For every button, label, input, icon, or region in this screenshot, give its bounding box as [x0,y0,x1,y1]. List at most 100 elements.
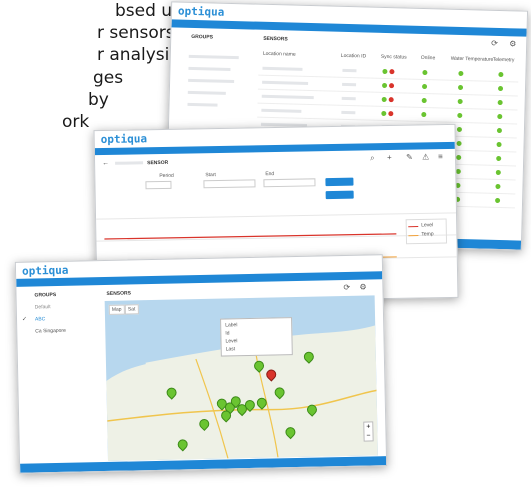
temperature-status-icon [456,126,463,133]
group-item[interactable] [187,102,218,107]
period-input[interactable] [145,180,172,190]
alert-icon [389,83,395,89]
popup-line: Last [225,346,236,353]
refresh-icon[interactable]: ⟳ [343,283,350,292]
doc-line: by [88,90,109,110]
map-popup: Label Id Level Last [220,317,293,357]
column-header[interactable]: Water Temperature [451,56,494,63]
front-window: optiqua GROUPS SENSORS ⟳ ⚙ Default ✓ ABC… [14,254,388,474]
alert-icon [388,97,394,103]
group-item-selected[interactable]: ABC [35,316,45,322]
refresh-icon[interactable]: ⟳ [491,39,498,48]
group-item[interactable]: Ca Singapore [35,328,66,335]
telemetry-status-icon [498,71,504,78]
cell-location-name [262,66,303,71]
cell-location-id [341,96,356,101]
gear-icon[interactable]: ⚙ [359,283,366,292]
doc-line: r analysis [97,45,179,65]
brand-logo: optiqua [21,263,69,278]
alert-icon [389,69,395,75]
online-status-icon [421,111,427,118]
top-bar [94,141,455,156]
telemetry-status-icon [497,113,503,120]
sync-status-icon [382,82,388,89]
top-bar [171,19,527,37]
check-icon: ✓ [21,316,28,323]
edit-icon[interactable]: ✎ [406,153,413,162]
plus-icon[interactable]: + [387,153,392,162]
telemetry-status-icon [495,197,501,204]
temperature-status-icon [456,154,462,161]
cell-location-id [342,82,357,87]
map-view[interactable]: Map Sat Label Id Level Last + − [104,295,378,461]
temperature-status-icon [458,70,464,77]
group-item[interactable] [188,54,239,60]
sensors-header: SENSORS [263,35,288,43]
search-icon[interactable]: ⌕ [370,153,375,162]
sync-status-icon [381,110,387,117]
export-button[interactable] [325,190,354,200]
groups-header: GROUPS [34,292,57,299]
group-item[interactable] [187,90,226,95]
column-header[interactable]: Online [421,55,436,61]
sync-status-icon [381,96,387,103]
column-header[interactable]: Location name [263,51,296,58]
sensors-header: SENSORS [106,290,132,297]
doc-line: r sensors [97,23,175,43]
sensor-title: SENSOR [147,159,169,167]
legend-label: Temp [421,231,434,238]
telemetry-status-icon [496,127,502,134]
popup-line: Label [225,322,238,329]
online-status-icon [421,83,428,90]
grid-line [96,212,457,220]
column-header[interactable]: Location ID [341,53,366,60]
online-status-icon [422,69,428,76]
temperature-status-icon [457,98,463,105]
group-item[interactable] [188,78,235,84]
top-bar [16,271,383,287]
temperature-status-icon [457,112,463,119]
group-item-default[interactable]: Default [35,304,51,310]
sync-status-icon [382,68,388,75]
zoom-control[interactable]: + − [363,421,374,442]
telemetry-status-icon [497,99,503,106]
field-label-start: Start [205,172,216,179]
breadcrumb[interactable] [115,161,144,165]
column-header[interactable]: Telemetry [493,57,515,64]
cell-location-name [261,108,302,113]
online-status-icon [421,97,427,104]
telemetry-status-icon [495,183,501,190]
temperature-status-icon [455,168,461,175]
popup-line: Level [225,338,238,345]
group-item[interactable] [188,66,231,71]
column-header[interactable]: Sync status [381,54,407,61]
map-tab[interactable]: Map [108,304,125,315]
warning-icon[interactable]: ⚠ [422,152,429,161]
apply-button[interactable] [325,177,354,187]
gear-icon[interactable]: ⚙ [509,39,516,48]
temperature-status-icon [457,84,464,91]
cell-location-name [262,80,309,85]
doc-line: ork [62,112,90,132]
brand-logo: optiqua [177,4,225,19]
field-label-end: End [265,171,275,178]
telemetry-status-icon [496,155,502,162]
field-label-period: Period [159,172,174,180]
back-arrow-icon[interactable]: ← [102,160,109,168]
cell-location-name [261,94,314,100]
temperature-status-icon [456,140,462,147]
legend-label: Level [421,222,434,229]
brand-logo: optiqua [100,132,148,147]
end-date-input[interactable] [263,178,316,188]
groups-header: GROUPS [191,33,214,41]
sensor-table-rows [172,2,527,209]
doc-line: ges [93,68,124,88]
menu-icon[interactable]: ≡ [438,152,443,161]
telemetry-status-icon [497,85,504,92]
telemetry-status-icon [495,169,501,176]
cell-location-id [341,110,356,115]
cell-location-id [342,68,357,73]
telemetry-status-icon [496,141,502,148]
satellite-tab[interactable]: Sat [124,304,139,315]
start-date-input[interactable] [203,179,256,189]
